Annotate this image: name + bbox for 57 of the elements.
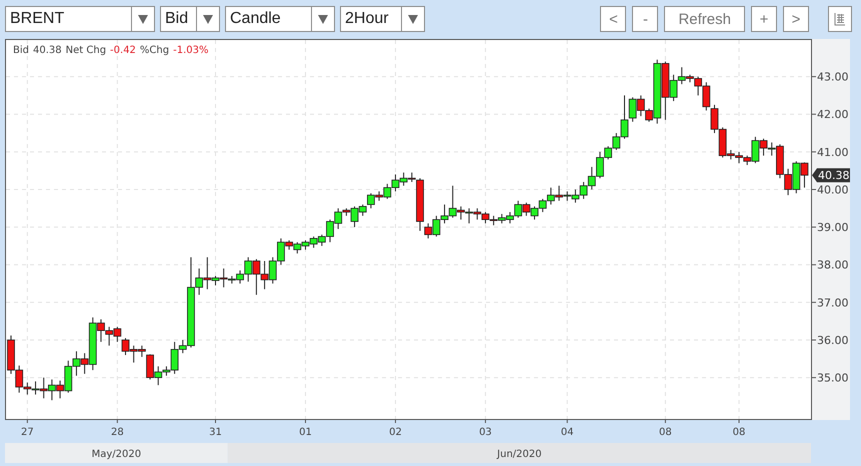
candlestick (538, 198, 547, 213)
candlestick (293, 242, 302, 254)
toolbar-button[interactable]: Refresh (664, 6, 745, 32)
toolbar-button[interactable]: < (600, 6, 626, 32)
caret-icon (318, 14, 328, 24)
candlestick (473, 208, 482, 220)
month-label: Jun/2020 (497, 449, 542, 460)
axis-label: 01 (299, 427, 312, 438)
axis-label: 35.00 (817, 372, 848, 385)
dropdown[interactable]: Bid (160, 6, 220, 32)
axis-label: 40.00 (817, 184, 848, 196)
candlestick (522, 202, 530, 216)
toolbar-button[interactable]: - (632, 6, 658, 32)
caret-icon (138, 14, 148, 24)
axis-label: 02 (389, 427, 402, 438)
dropdown[interactable]: 2Hour (340, 6, 425, 32)
axis-label: 03 (479, 427, 492, 438)
dropdown[interactable]: Candle (225, 6, 335, 32)
caret-icon (203, 14, 213, 24)
table-view-button[interactable] (828, 6, 852, 32)
toolbar-button[interactable]: > (783, 6, 809, 32)
axis-label: 42.00 (817, 108, 848, 122)
dropdown[interactable]: BRENT (5, 6, 155, 32)
axis-label: 36.00 (817, 334, 848, 347)
candlestick (310, 236, 318, 248)
axis-label: 41.00 (817, 146, 848, 159)
candlestick (105, 326, 114, 346)
axis-label: 28 (110, 427, 124, 438)
candlestick (588, 166, 596, 190)
caret-icon (408, 14, 418, 24)
quote-label: Net Chg (66, 45, 106, 56)
quote-label: %Chg (140, 45, 170, 56)
toolbar-button[interactable]: + (751, 6, 777, 32)
axis-label: 43.00 (817, 70, 848, 84)
month-label: May/2020 (92, 449, 142, 460)
quote-value: -0.42 (110, 45, 136, 56)
axis-label: 08 (659, 427, 672, 438)
axis-label: 37.00 (817, 296, 848, 310)
axis-label: 31 (209, 427, 222, 438)
candlestick (113, 326, 122, 342)
candlestick (268, 256, 277, 284)
candlestick (498, 213, 506, 224)
quote-label: Bid (13, 45, 29, 56)
quote-value: 40.38 (33, 45, 62, 56)
axis-label: 38.00 (817, 258, 848, 272)
grid-icon (834, 12, 846, 26)
candlestick (432, 215, 440, 238)
candlestick (546, 187, 555, 206)
candlestick (792, 160, 800, 194)
candlestick (490, 215, 498, 226)
quote-value: -1.03% (173, 45, 208, 56)
candlestick (400, 172, 408, 186)
price-tag: 40.38 (812, 168, 850, 182)
axis-label: 04 (560, 427, 574, 438)
axis-label: 08 (732, 427, 746, 438)
axis-label: 39.00 (817, 221, 848, 234)
axis-label: 27 (21, 427, 34, 438)
